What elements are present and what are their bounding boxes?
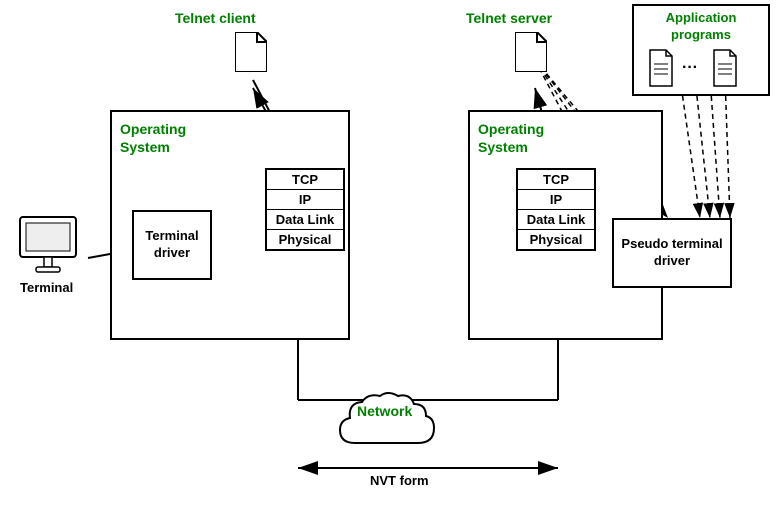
telnet-server-label: Telnet server: [466, 10, 552, 26]
left-os-label: Operating System: [120, 120, 186, 156]
telnet-server-icon: [515, 32, 545, 68]
terminal-driver-box: Terminal driver: [132, 210, 212, 280]
left-tcp-row: TCP: [267, 170, 343, 190]
left-physical-row: Physical: [267, 230, 343, 249]
network-cloud: [330, 388, 450, 458]
pseudo-terminal-driver-box: Pseudo terminal driver: [612, 218, 732, 288]
right-ip-row: IP: [518, 190, 594, 210]
nvt-form-label: NVT form: [370, 473, 429, 488]
left-ip-row: IP: [267, 190, 343, 210]
right-tcp-row: TCP: [518, 170, 594, 190]
right-os-label: Operating System: [478, 120, 544, 156]
right-datalink-row: Data Link: [518, 210, 594, 230]
app-programs-box: Application programs ···: [632, 4, 770, 96]
telnet-client-icon: [235, 32, 265, 68]
terminal-icon: [18, 215, 86, 280]
terminal-label: Terminal: [20, 280, 73, 295]
right-physical-row: Physical: [518, 230, 594, 249]
left-stack-box: TCP IP Data Link Physical: [265, 168, 345, 251]
left-datalink-row: Data Link: [267, 210, 343, 230]
telnet-client-label: Telnet client: [175, 10, 256, 26]
right-stack-box: TCP IP Data Link Physical: [516, 168, 596, 251]
network-label: Network: [357, 403, 412, 419]
app-programs-label: Application programs: [640, 10, 762, 44]
svg-text:···: ···: [682, 59, 698, 76]
